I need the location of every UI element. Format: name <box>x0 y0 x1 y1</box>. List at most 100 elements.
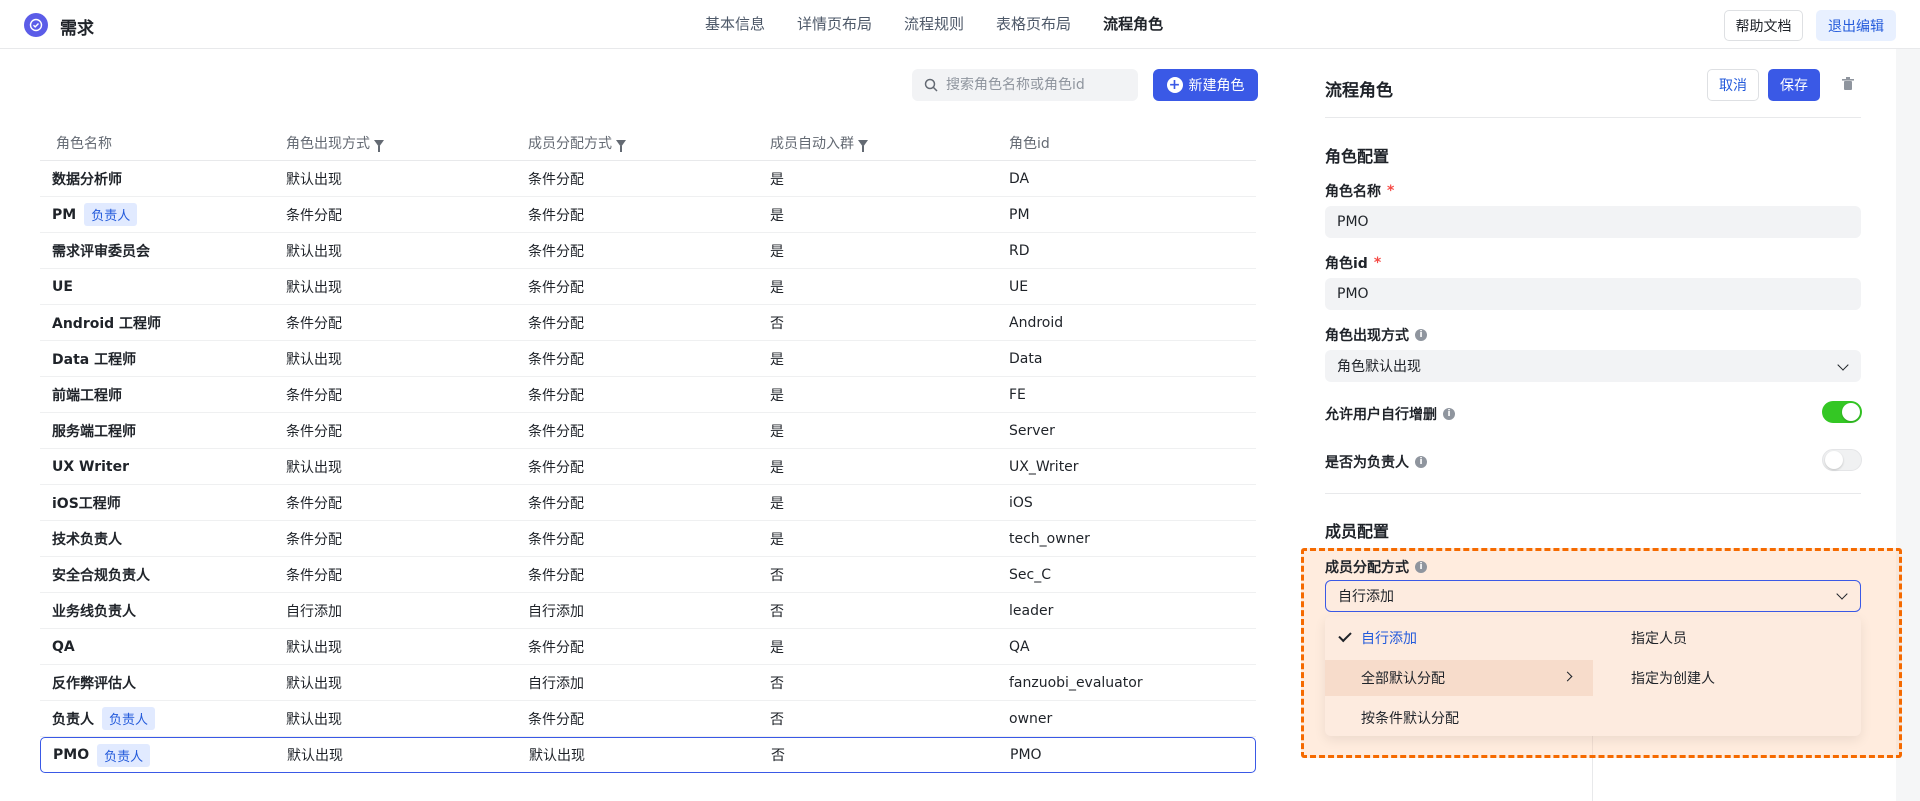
col-appear-mode[interactable]: 角色出现方式 <box>286 133 528 153</box>
auto-join-cell: 否 <box>771 748 785 764</box>
menu-item-all-default[interactable]: 全部默认分配 <box>1325 660 1593 696</box>
filter-icon[interactable] <box>374 139 384 152</box>
member-config-heading: 成员配置 <box>1325 522 1390 541</box>
top-nav: 基本信息 详情页布局 流程规则 表格页布局 流程角色 <box>689 0 1179 49</box>
tab-flow-rules[interactable]: 流程规则 <box>888 0 980 49</box>
exit-edit-button[interactable]: 退出编辑 <box>1816 10 1896 41</box>
table-row[interactable]: 反作弊评估人 默认出现 自行添加 否 fanzuobi_evaluator <box>40 665 1256 701</box>
new-role-button[interactable]: + 新建角色 <box>1153 69 1258 101</box>
menu-item-conditional-default[interactable]: 按条件默认分配 <box>1325 700 1593 736</box>
role-id-cell: UE <box>1009 278 1029 295</box>
menu-primary: 自行添加 全部默认分配 按条件默认分配 <box>1325 616 1593 736</box>
menu-item-self-add[interactable]: 自行添加 <box>1325 620 1593 656</box>
table-row[interactable]: 业务线负责人 自行添加 自行添加 否 leader <box>40 593 1256 629</box>
table-row[interactable]: iOS工程师 条件分配 条件分配 是 iOS <box>40 485 1256 521</box>
save-button[interactable]: 保存 <box>1768 69 1820 101</box>
appear-mode-cell: 条件分配 <box>286 207 342 224</box>
auto-join-cell: 否 <box>770 567 784 584</box>
owner-tag: 负责人 <box>84 203 138 226</box>
role-id-label: 角色id * <box>1325 255 1382 272</box>
assign-mode-menu: 自行添加 全部默认分配 按条件默认分配 指定人员 指定为创建人 <box>1325 616 1861 736</box>
filter-icon[interactable] <box>616 139 626 152</box>
assign-mode-cell: 条件分配 <box>528 711 584 728</box>
assign-mode-cell: 自行添加 <box>528 675 584 692</box>
appear-mode-cell: 默认出现 <box>286 171 342 188</box>
search-input[interactable] <box>946 77 1126 93</box>
tab-detail-layout[interactable]: 详情页布局 <box>781 0 888 49</box>
role-name-cell: 负责人 负责人 <box>40 707 286 730</box>
appear-mode-cell: 默认出现 <box>286 459 342 476</box>
role-name-cell: 业务线负责人 <box>52 603 136 620</box>
tab-flow-roles[interactable]: 流程角色 <box>1087 0 1179 49</box>
auto-join-cell: 是 <box>770 423 784 440</box>
role-id-cell: iOS <box>1009 494 1033 511</box>
auto-join-cell: 是 <box>770 171 784 188</box>
info-icon[interactable]: i <box>1415 456 1427 468</box>
allow-edit-toggle[interactable] <box>1822 401 1862 423</box>
auto-join-cell: 是 <box>770 639 784 656</box>
is-owner-toggle[interactable] <box>1822 449 1862 471</box>
table-row[interactable]: 需求评审委员会 默认出现 条件分配 是 RD <box>40 233 1256 269</box>
col-assign-mode[interactable]: 成员分配方式 <box>528 133 770 153</box>
role-name-cell: iOS工程师 <box>52 495 121 512</box>
menu-item-creator[interactable]: 指定为创建人 <box>1593 660 1861 696</box>
role-name-cell: UX Writer <box>52 458 130 475</box>
table-row[interactable]: 负责人 负责人 默认出现 条件分配 否 owner <box>40 701 1256 737</box>
appear-mode-cell: 默认出现 <box>286 243 342 260</box>
assign-mode-cell: 默认出现 <box>529 748 585 764</box>
info-icon[interactable]: i <box>1415 561 1427 573</box>
role-name-cell: PMO 负责人 <box>41 743 287 767</box>
assign-mode-cell: 条件分配 <box>528 243 584 260</box>
tab-table-layout[interactable]: 表格页布局 <box>980 0 1087 49</box>
appear-mode-cell: 默认出现 <box>287 748 343 764</box>
appear-mode-select[interactable]: 角色默认出现 <box>1325 350 1861 382</box>
panel-title: 流程角色 <box>1325 81 1393 101</box>
role-id-cell: fanzuobi_evaluator <box>1009 674 1143 691</box>
assign-mode-select[interactable]: 自行添加 <box>1325 580 1861 612</box>
plus-icon: + <box>1166 77 1183 93</box>
assign-mode-cell: 条件分配 <box>528 567 584 584</box>
auto-join-cell: 否 <box>770 603 784 620</box>
table-row[interactable]: 前端工程师 条件分配 条件分配 是 FE <box>40 377 1256 413</box>
role-id-cell: Sec_C <box>1009 566 1051 583</box>
appear-mode-cell: 自行添加 <box>286 603 342 620</box>
table-row[interactable]: UE 默认出现 条件分配 是 UE <box>40 269 1256 305</box>
table-row[interactable]: Android 工程师 条件分配 条件分配 否 Android <box>40 305 1256 341</box>
assign-mode-cell: 条件分配 <box>528 387 584 404</box>
trash-icon[interactable] <box>1842 77 1854 91</box>
filter-icon[interactable] <box>858 139 868 152</box>
assign-mode-cell: 条件分配 <box>528 351 584 368</box>
table-row[interactable]: QA 默认出现 条件分配 是 QA <box>40 629 1256 665</box>
table-row[interactable]: 数据分析师 默认出现 条件分配 是 DA <box>40 161 1256 197</box>
info-icon[interactable]: i <box>1415 329 1427 341</box>
table-row[interactable]: Data 工程师 默认出现 条件分配 是 Data <box>40 341 1256 377</box>
assign-mode-cell: 条件分配 <box>528 315 584 332</box>
role-name-cell: 前端工程师 <box>52 387 122 404</box>
table-row[interactable]: 安全合规负责人 条件分配 条件分配 否 Sec_C <box>40 557 1256 593</box>
col-auto-join[interactable]: 成员自动入群 <box>770 133 1009 153</box>
table-body: 数据分析师 默认出现 条件分配是 DA PM 负责人 条件分配 条件分配是 PM 需求评审委员会默… <box>40 161 1256 773</box>
search-icon <box>924 78 938 92</box>
assign-mode-cell: 条件分配 <box>528 495 584 512</box>
auto-join-cell: 是 <box>770 531 784 548</box>
role-id-input[interactable]: PMO <box>1325 278 1861 310</box>
table-row[interactable]: PMO 负责人 默认出现 默认出现否 PMO <box>40 737 1256 773</box>
auto-join-cell: 否 <box>770 675 784 692</box>
appear-mode-cell: 条件分配 <box>286 531 342 548</box>
role-name-cell: 需求评审委员会 <box>52 243 150 260</box>
table-row[interactable]: 技术负责人 条件分配 条件分配 是 tech_owner <box>40 521 1256 557</box>
appear-mode-cell: 条件分配 <box>286 567 342 584</box>
assign-mode-cell: 条件分配 <box>528 459 584 476</box>
search-box[interactable] <box>912 69 1138 101</box>
table-row[interactable]: 服务端工程师 条件分配 条件分配 是 Server <box>40 413 1256 449</box>
cancel-button[interactable]: 取消 <box>1707 69 1759 101</box>
check-icon <box>1338 628 1352 643</box>
role-id-cell: owner <box>1009 710 1053 727</box>
info-icon[interactable]: i <box>1443 408 1455 420</box>
help-docs-button[interactable]: 帮助文档 <box>1724 10 1803 41</box>
role-name-input[interactable]: PMO <box>1325 206 1861 238</box>
table-row[interactable]: PM 负责人 条件分配 条件分配是 PM <box>40 197 1256 233</box>
tab-basic-info[interactable]: 基本信息 <box>689 0 781 49</box>
table-row[interactable]: UX Writer 默认出现 条件分配 是 UX_Writer <box>40 449 1256 485</box>
menu-item-specified-person[interactable]: 指定人员 <box>1593 620 1861 656</box>
